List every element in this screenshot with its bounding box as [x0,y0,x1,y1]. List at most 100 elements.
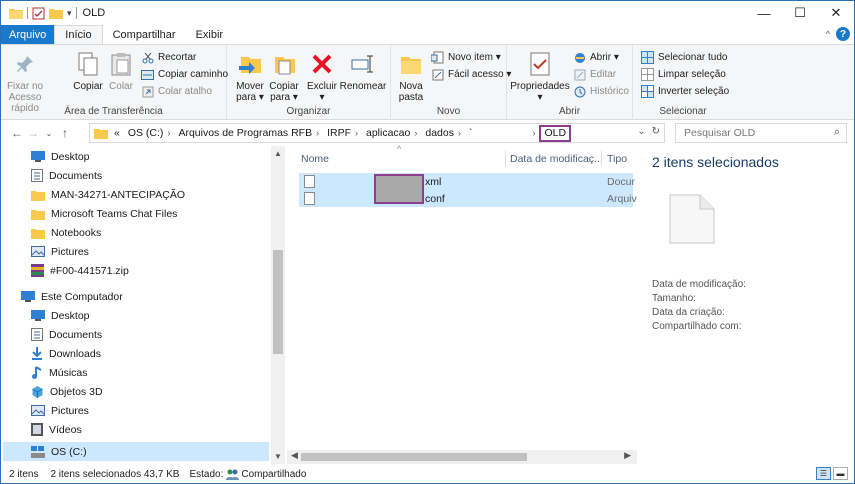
nav-item-videos[interactable]: Vídeos [31,420,82,439]
column-divider[interactable] [601,150,602,168]
redaction-box [374,174,424,204]
nav-scrollbar[interactable]: ▲ ▼ [271,146,285,464]
file-row[interactable]: conf Arquiv [299,190,637,207]
search-icon[interactable]: ⌕ [834,126,840,139]
nav-item-pc-desktop[interactable]: Desktop [31,306,90,325]
nav-item-downloads[interactable]: Downloads [31,344,101,363]
new-folder-button[interactable]: Nova pasta [395,49,427,103]
pin-quick-access-button[interactable]: Fixar no Acesso rápido [5,49,45,114]
easy-access-button[interactable]: Fácil acesso ▾ [431,68,511,81]
nav-item-teams-chat-files[interactable]: Microsoft Teams Chat Files [31,204,177,223]
copy-path-button[interactable]: Copiar caminho [141,68,228,81]
properties-icon[interactable] [32,7,45,20]
column-header-type[interactable]: Tipo [607,150,627,168]
nav-item-man-folder[interactable]: MAN-34271-ANTECIPAÇÃO [31,185,185,204]
invert-selection-icon [641,85,654,98]
details-view-icon[interactable]: ☰ [816,467,831,480]
scroll-down-icon[interactable]: ▼ [271,452,285,461]
nav-item-documents[interactable]: Documents [31,166,102,185]
breadcrumb-current-folder[interactable]: OLD [539,124,572,142]
tab-view[interactable]: Exibir [186,25,234,45]
scroll-right-icon[interactable]: ▶ [624,450,631,461]
group-select: Selecionar tudo Limpar seleção Inverter … [633,45,733,120]
open-button[interactable]: Abrir ▾ [573,51,619,64]
tab-home[interactable]: Início [54,25,103,45]
back-arrow-icon[interactable]: ← [9,126,25,140]
nav-item-os-drive[interactable]: OS (C:) [3,442,269,461]
up-arrow-icon[interactable]: ↑ [57,126,73,140]
invert-selection-button[interactable]: Inverter seleção [641,85,729,98]
nav-item-desktop[interactable]: Desktop [31,147,90,166]
copy-to-button[interactable]: Copiar para ▾ [267,49,301,103]
pictures-icon [31,246,45,257]
collapse-ribbon-icon[interactable]: ^ [826,29,830,39]
chevron-right-icon[interactable]: › [414,128,417,138]
new-item-button[interactable]: Novo item ▾ [431,51,501,64]
file-row[interactable]: xml Docur [299,173,635,190]
chevron-right-icon[interactable]: › [167,128,170,138]
nav-item-pc-documents[interactable]: Documents [31,325,102,344]
new-folder-icon[interactable] [49,7,63,19]
paste-shortcut-button[interactable]: Colar atalho [141,85,212,98]
close-button[interactable]: ✕ [818,1,854,25]
large-icons-view-icon[interactable]: ▬ [833,467,848,480]
shared-users-icon [226,469,240,480]
details-shared-label: Compartilhado com: [652,321,742,332]
history-button[interactable]: Histórico [573,85,629,98]
copy-button[interactable]: Copiar [73,49,103,92]
rename-button[interactable]: Renomear [339,49,387,92]
breadcrumb-dados[interactable]: dados › [425,127,461,139]
properties-button[interactable]: Propriedades ▾ [510,49,570,103]
recent-locations-icon[interactable]: ⌄ [41,129,57,138]
search-box[interactable]: Pesquisar OLD ⌕ [675,123,847,143]
breadcrumb-backtick[interactable]: ` [469,127,473,139]
chevron-right-icon[interactable]: › [532,128,535,138]
forward-arrow-icon[interactable]: → [25,126,41,140]
nav-item-this-pc[interactable]: Este Computador [21,287,123,306]
tab-share[interactable]: Compartilhar [103,25,186,45]
breadcrumb-drive[interactable]: OS (C:) › [128,127,171,139]
nav-item-3d-objects[interactable]: Objetos 3D [31,382,103,401]
edit-button[interactable]: Editar [573,68,616,81]
select-none-button[interactable]: Limpar seleção [641,68,726,81]
column-divider[interactable] [505,150,506,168]
delete-button[interactable]: Excluir ▾ [305,49,339,103]
paste-button[interactable]: Colar [107,49,135,92]
nav-item-music[interactable]: Músicas [31,363,88,382]
move-to-button[interactable]: Mover para ▾ [233,49,267,103]
breadcrumb-irpf[interactable]: IRPF › [327,127,358,139]
nav-item-pictures[interactable]: Pictures [31,242,89,261]
cut-button[interactable]: Recortar [141,51,196,64]
zip-icon [31,264,44,277]
column-header-date[interactable]: Data de modificaç... [510,150,603,168]
address-bar[interactable]: « OS (C:) › Arquivos de Programas RFB › IR… [89,123,665,143]
breadcrumb-aplicacao[interactable]: aplicacao › [366,127,417,139]
details-created-label: Data da criação: [652,307,725,318]
select-all-button[interactable]: Selecionar tudo [641,51,728,64]
chevron-right-icon[interactable]: › [458,128,461,138]
nav-scrollbar-thumb[interactable] [273,250,283,354]
nav-item-pc-pictures[interactable]: Pictures [31,401,89,420]
help-icon[interactable]: ? [836,27,850,41]
maximize-button[interactable]: ☐ [782,1,818,25]
column-header-name[interactable]: Nome [301,150,329,168]
scroll-left-icon[interactable]: ◀ [291,450,298,461]
customize-toolbar-icon[interactable]: ▾ [67,8,72,19]
breadcrumb-program-files[interactable]: Arquivos de Programas RFB › [178,127,319,139]
nav-item-zip[interactable]: #F00-441571.zip [31,261,129,280]
chevron-right-icon[interactable]: › [355,128,358,138]
breadcrumb-overflow[interactable]: « [114,127,120,139]
file-list-horizontal-scrollbar[interactable]: ◀ ▶ [287,450,637,464]
videos-icon [31,423,43,436]
address-dropdown-icon[interactable]: ⌄ [637,126,645,137]
details-modified-label: Data de modificação: [652,279,746,290]
chevron-right-icon[interactable]: › [316,128,319,138]
minimize-button[interactable]: — [746,1,782,25]
scroll-up-icon[interactable]: ▲ [271,149,285,158]
file-icon [304,175,315,188]
history-icon [574,86,585,97]
tab-file[interactable]: Arquivo [1,25,55,45]
horizontal-scrollbar-thumb[interactable] [301,453,527,461]
refresh-icon[interactable]: ↻ [652,126,660,137]
nav-item-notebooks[interactable]: Notebooks [31,223,101,242]
